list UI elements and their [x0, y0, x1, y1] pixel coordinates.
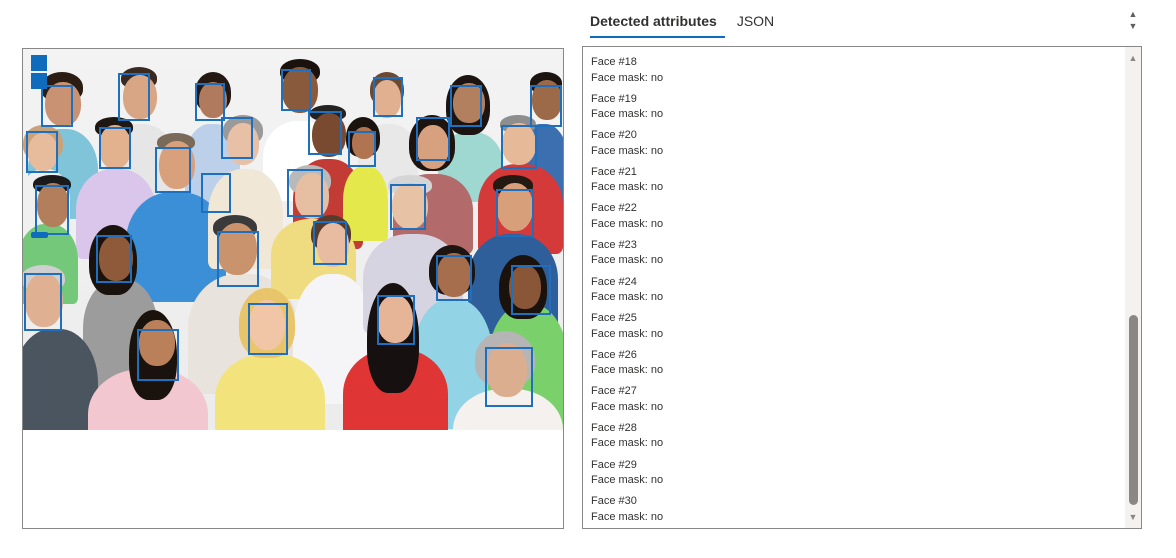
face-title: Face #28 — [591, 421, 637, 434]
face-box[interactable] — [217, 231, 259, 287]
face-mask-attribute: Face mask: no — [591, 364, 664, 377]
face-results-list: Face #18 Face mask: no Face #19 Face mask: … — [591, 55, 1119, 528]
face-box[interactable] — [195, 83, 225, 121]
face-title: Face #25 — [591, 312, 637, 325]
face-entry: Face #25 Face mask: no — [591, 311, 1119, 348]
face-entry: Face #19 Face mask: no — [591, 92, 1119, 129]
sort-arrows-icon[interactable]: ▲ ▼ — [1126, 8, 1140, 36]
face-mask-attribute: Face mask: no — [591, 510, 664, 523]
image-viewer — [22, 48, 564, 529]
face-box[interactable] — [416, 117, 450, 161]
face-box[interactable] — [281, 69, 311, 111]
face-box[interactable] — [496, 189, 534, 237]
face-box[interactable] — [155, 147, 191, 193]
face-title: Face #20 — [591, 129, 637, 142]
face-mask-attribute: Face mask: no — [591, 144, 664, 157]
face-mask-attribute: Face mask: no — [591, 327, 664, 340]
face-mask-attribute: Face mask: no — [591, 108, 664, 121]
face-entry: Face #24 Face mask: no — [591, 275, 1119, 312]
face-entry: Face #20 Face mask: no — [591, 128, 1119, 165]
face-entry: Face #22 Face mask: no — [591, 201, 1119, 238]
face-box[interactable] — [137, 329, 179, 381]
face-entry: Face #29 Face mask: no — [591, 458, 1119, 495]
face-box[interactable] — [308, 111, 342, 155]
face-box[interactable] — [377, 295, 415, 345]
crowd-photo — [23, 49, 563, 430]
face-entry: Face #28 Face mask: no — [591, 421, 1119, 458]
face-title: Face #21 — [591, 165, 637, 178]
results-scrollbar[interactable]: ▲ ▼ — [1125, 47, 1141, 528]
face-box[interactable] — [485, 347, 533, 407]
face-mask-attribute: Face mask: no — [591, 437, 664, 450]
face-title: Face #18 — [591, 56, 637, 68]
face-mask-attribute: Face mask: no — [591, 291, 664, 304]
zoom-out-button[interactable] — [31, 73, 47, 89]
face-title: Face #24 — [591, 275, 637, 288]
face-box[interactable] — [501, 125, 537, 169]
zoom-in-button[interactable] — [31, 55, 47, 71]
face-entry: Face #26 Face mask: no — [591, 348, 1119, 385]
face-title: Face #26 — [591, 348, 637, 361]
pan-handle[interactable] — [31, 232, 48, 238]
face-mask-attribute: Face mask: no — [591, 217, 664, 230]
face-box[interactable] — [348, 131, 376, 167]
scroll-thumb[interactable] — [1129, 315, 1138, 505]
face-box[interactable] — [287, 169, 323, 217]
face-mask-attribute: Face mask: no — [591, 254, 664, 267]
face-box[interactable] — [201, 173, 231, 213]
face-entry: Face #30 Face mask: no — [591, 494, 1119, 528]
tab-detected-attributes[interactable]: Detected attributes — [582, 0, 725, 40]
detected-attributes-panel: Face #18 Face mask: no Face #19 Face mask: … — [582, 46, 1142, 529]
face-box[interactable] — [373, 77, 403, 117]
face-box[interactable] — [436, 255, 472, 301]
face-box[interactable] — [221, 117, 253, 159]
face-title: Face #30 — [591, 495, 637, 508]
face-box[interactable] — [35, 185, 69, 235]
face-entry: Face #27 Face mask: no — [591, 384, 1119, 421]
face-entry: Face #18 Face mask: no — [591, 55, 1119, 92]
face-box[interactable] — [511, 265, 551, 315]
face-box[interactable] — [248, 303, 288, 355]
face-entry: Face #21 Face mask: no — [591, 165, 1119, 202]
face-box[interactable] — [26, 131, 58, 173]
face-box[interactable] — [530, 85, 562, 127]
face-title: Face #22 — [591, 202, 637, 215]
face-entry: Face #23 Face mask: no — [591, 238, 1119, 275]
scroll-down-icon[interactable]: ▼ — [1125, 509, 1141, 525]
face-mask-attribute: Face mask: no — [591, 181, 664, 194]
face-box[interactable] — [118, 73, 150, 121]
face-box[interactable] — [24, 273, 62, 331]
face-box[interactable] — [313, 221, 347, 265]
face-box[interactable] — [99, 127, 131, 169]
tab-json[interactable]: JSON — [729, 0, 782, 40]
face-mask-attribute: Face mask: no — [591, 71, 664, 84]
face-title: Face #27 — [591, 385, 637, 398]
face-box[interactable] — [390, 184, 426, 230]
face-mask-attribute: Face mask: no — [591, 400, 664, 413]
face-title: Face #19 — [591, 92, 637, 105]
face-box[interactable] — [96, 235, 132, 283]
face-title: Face #23 — [591, 238, 637, 251]
face-title: Face #29 — [591, 458, 637, 471]
face-box[interactable] — [450, 85, 482, 127]
scroll-up-icon[interactable]: ▲ — [1125, 50, 1141, 66]
attribute-tabs: Detected attributes JSON — [582, 0, 786, 40]
face-box[interactable] — [41, 85, 73, 127]
face-mask-attribute: Face mask: no — [591, 474, 664, 487]
